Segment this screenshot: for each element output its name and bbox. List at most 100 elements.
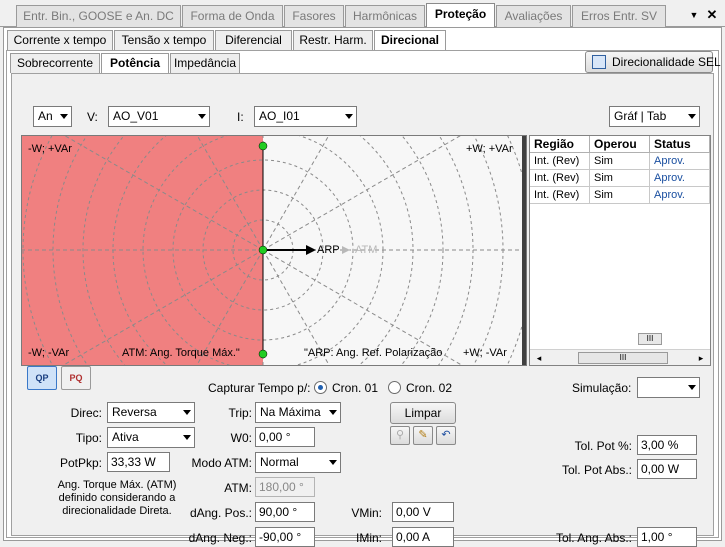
tab-direcional[interactable]: Direcional: [374, 30, 446, 52]
table-cell-regiao: Int. (Rev): [530, 153, 590, 170]
tab-tensao-x-tempo[interactable]: Tensão x tempo: [114, 30, 214, 50]
tol-pot-abs-label: Tol. Pot Abs.:: [561, 463, 632, 477]
boundary-marker-center[interactable]: [258, 245, 268, 255]
boundary-marker-top[interactable]: [258, 141, 268, 151]
vmin-label: VMin:: [351, 506, 382, 520]
chevron-down-icon: [345, 114, 353, 119]
i-select[interactable]: AO_I01: [254, 106, 357, 127]
tab-erros-entr-sv[interactable]: Erros Entr. SV: [572, 5, 666, 27]
potpkp-input[interactable]: 33,33 W: [107, 452, 170, 472]
quadrant-label-top-right: +W; +VAr: [466, 143, 513, 155]
scroll-left-icon[interactable]: ◂: [532, 351, 546, 365]
view-select-value: Gráf | Tab: [614, 109, 667, 123]
atm-label: ATM: [355, 244, 378, 256]
cron-01-label[interactable]: Cron. 01: [332, 381, 378, 395]
table-cell-regiao: Int. (Rev): [530, 187, 590, 204]
chevron-down-icon: [688, 385, 696, 390]
table-cell-status: Aprov.: [650, 153, 710, 170]
tab-avaliacoes[interactable]: Avaliações: [496, 5, 571, 27]
qp-chart-icon[interactable]: QP: [27, 366, 57, 390]
arp-legend: "ARP: Ang. Ref. Polarização: [304, 347, 443, 359]
pq-chart-icon[interactable]: PQ: [61, 366, 91, 390]
an-select[interactable]: An: [33, 106, 72, 127]
protection-tabs: Corrente x tempo Tensão x tempo Diferenc…: [7, 30, 447, 52]
col-header-operou[interactable]: Operou: [590, 136, 650, 153]
boundary-marker-bottom[interactable]: [258, 349, 268, 359]
w0-input[interactable]: 0,00 °: [255, 427, 315, 447]
modo-atm-select[interactable]: Normal: [255, 452, 341, 473]
directional-plot-svg: [22, 136, 526, 365]
tab-restr-harm[interactable]: Restr. Harm.: [293, 30, 373, 50]
tab-corrente-x-tempo[interactable]: Corrente x tempo: [7, 30, 113, 50]
tol-ang-abs-input[interactable]: 1,00 °: [637, 527, 697, 547]
simulacao-select[interactable]: [637, 377, 700, 398]
protection-panel: Corrente x tempo Tensão x tempo Diferenc…: [3, 27, 722, 547]
undo-icon[interactable]: ↶: [436, 426, 456, 445]
scroll-right-icon[interactable]: ▸: [694, 351, 708, 365]
chevron-down-icon: [329, 460, 337, 465]
v-label: V:: [87, 110, 98, 124]
modo-atm-label: Modo ATM:: [191, 456, 252, 470]
plot-splitter[interactable]: [522, 136, 526, 365]
an-select-value: An: [38, 109, 53, 123]
trip-select[interactable]: Na Máxima: [255, 402, 341, 423]
chevron-down-icon: [198, 114, 206, 119]
sel-document-icon: [592, 55, 606, 69]
zoom-icon[interactable]: ⚲: [390, 426, 410, 445]
table-cell-status: Aprov.: [650, 170, 710, 187]
tipo-select[interactable]: Ativa: [107, 427, 195, 448]
atm-field-label: ATM:: [224, 481, 252, 495]
direcionalidade-sel-button[interactable]: Direcionalidade SEL: [585, 51, 721, 73]
tab-harmonicas[interactable]: Harmônicas: [345, 5, 425, 27]
quadrant-label-top-left: -W; +VAr: [28, 143, 72, 155]
i-label: I:: [237, 110, 244, 124]
directional-plot[interactable]: -W; +VAr +W; +VAr -W; -VAr +W; -VAr ARP …: [21, 135, 527, 366]
cron-02-label[interactable]: Cron. 02: [406, 381, 452, 395]
tab-entr-bin-goose[interactable]: Entr. Bin., GOOSE e An. DC: [16, 5, 181, 27]
sel-button-label: Direcionalidade SEL: [612, 55, 721, 69]
imin-input[interactable]: 0,00 A: [392, 527, 454, 547]
tol-pot-pct-input[interactable]: 3,00 %: [637, 435, 697, 455]
table-inner-scroll[interactable]: III: [530, 331, 710, 347]
limpar-button[interactable]: Limpar: [390, 402, 456, 424]
dang-pos-input[interactable]: 90,00 °: [255, 502, 315, 522]
scroll-thumb[interactable]: III: [638, 333, 662, 345]
simulacao-label: Simulação:: [572, 381, 632, 395]
vmin-input[interactable]: 0,00 V: [392, 502, 454, 522]
atm-note: Ang. Torque Máx. (ATM) definido consider…: [57, 479, 177, 517]
quadrant-label-bottom-left: -W; -VAr: [28, 347, 70, 359]
table-cell-status: Aprov.: [650, 187, 710, 204]
tab-diferencial[interactable]: Diferencial: [215, 30, 292, 50]
tab-forma-de-onda[interactable]: Forma de Onda: [182, 5, 283, 27]
tab-potencia[interactable]: Potência: [101, 53, 169, 75]
imin-label: IMin:: [355, 531, 382, 545]
v-select[interactable]: AO_V01: [108, 106, 210, 127]
direc-select[interactable]: Reversa: [107, 402, 195, 423]
chevron-down-icon: [329, 410, 337, 415]
scroll-thumb-outer[interactable]: III: [578, 352, 668, 364]
tab-impedancia[interactable]: Impedância: [170, 53, 240, 73]
radio-selected-dot: [318, 385, 323, 390]
dang-neg-input[interactable]: -90,00 °: [255, 527, 315, 547]
col-header-regiao[interactable]: Região: [530, 136, 590, 153]
atm-input: 180,00 °: [255, 477, 315, 497]
i-select-value: AO_I01: [259, 109, 300, 123]
table-scrollbar[interactable]: ◂ III ▸: [530, 349, 710, 365]
col-header-status[interactable]: Status: [650, 136, 710, 153]
tab-list-dropdown-icon[interactable]: ▼: [687, 7, 701, 23]
cron-01-radio[interactable]: [314, 381, 327, 394]
direc-value: Reversa: [112, 405, 157, 419]
table-cell-operou: Sim: [590, 170, 650, 187]
tol-pot-abs-input[interactable]: 0,00 W: [637, 459, 697, 479]
brush-icon[interactable]: ✎: [413, 426, 433, 445]
close-icon[interactable]: ✕: [704, 7, 720, 23]
dang-neg-label: dAng. Neg.:: [188, 531, 252, 545]
chevron-down-icon: [688, 114, 696, 119]
capturar-tempo-label: Capturar Tempo p/:: [208, 381, 311, 395]
direcional-frame: Sobrecorrente Potência Impedância Direci…: [6, 50, 721, 547]
tab-sobrecorrente[interactable]: Sobrecorrente: [10, 53, 100, 73]
cron-02-radio[interactable]: [388, 381, 401, 394]
view-select[interactable]: Gráf | Tab: [609, 106, 700, 127]
tab-protecao[interactable]: Proteção: [426, 3, 495, 28]
tab-fasores[interactable]: Fasores: [284, 5, 344, 27]
